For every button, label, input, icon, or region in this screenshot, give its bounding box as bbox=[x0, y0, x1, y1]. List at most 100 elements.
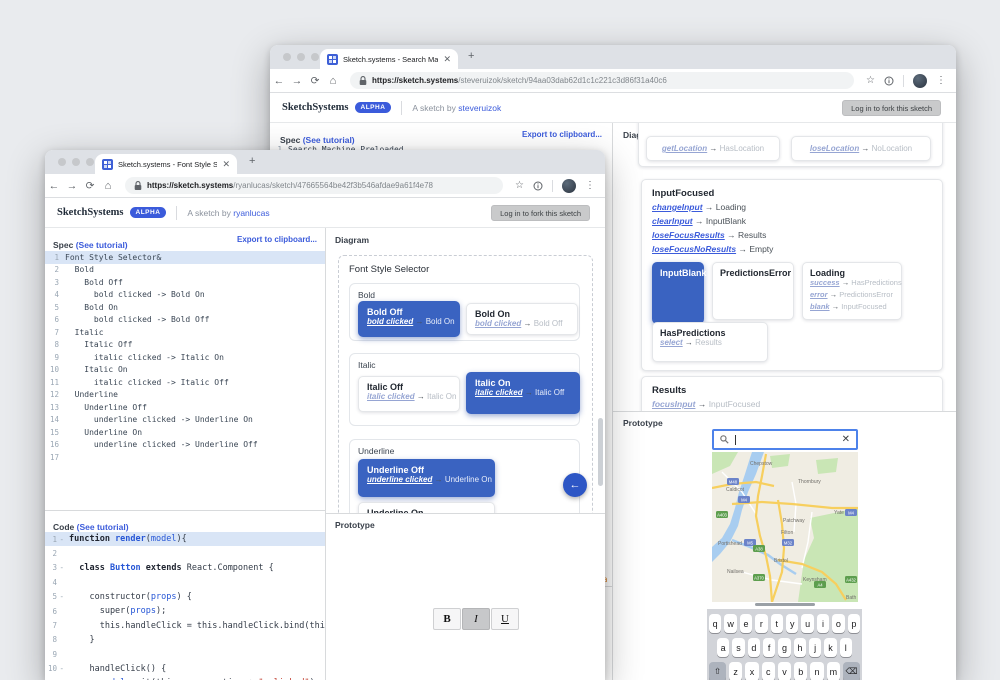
close-tab-icon[interactable]: ✕ bbox=[222, 160, 230, 169]
state-card-predictionserror[interactable]: PredictionsError bbox=[712, 262, 794, 320]
event-link[interactable]: clearInput bbox=[652, 216, 693, 226]
event-link[interactable]: getLocation bbox=[662, 144, 707, 153]
search-input[interactable]: ✕ bbox=[712, 429, 858, 450]
spec-editor[interactable]: 1Font Style Selector&2 Bold3 Bold Off4 b… bbox=[45, 251, 325, 464]
login-fork-button[interactable]: Log in to fork this sketch bbox=[491, 205, 590, 221]
minimize-window-dot[interactable] bbox=[72, 158, 80, 166]
state-card-haspredictions[interactable]: HasPredictionsselect → Results bbox=[652, 322, 768, 362]
key-j[interactable]: j bbox=[809, 638, 821, 657]
event-link[interactable]: italic clicked bbox=[475, 388, 523, 397]
profile-avatar[interactable] bbox=[562, 179, 576, 193]
address-bar[interactable]: https://sketch.systems/steveruizok/sketc… bbox=[350, 72, 854, 89]
code-editor[interactable]: 1-function render(model){23- class Butto… bbox=[45, 532, 325, 680]
key-d[interactable]: d bbox=[748, 638, 760, 657]
key-p[interactable]: p bbox=[848, 614, 860, 633]
minimize-window-dot[interactable] bbox=[297, 53, 305, 61]
event-link[interactable]: bold clicked bbox=[475, 319, 521, 328]
key-w[interactable]: w bbox=[724, 614, 736, 633]
event-link[interactable]: loseFocusNoResults bbox=[652, 244, 736, 254]
event-link[interactable]: loseLocation bbox=[810, 144, 859, 153]
event-link[interactable]: error bbox=[810, 290, 828, 299]
state-card-loading[interactable]: Loadingsuccess → HasPredictionserror → P… bbox=[802, 262, 902, 320]
event-link[interactable]: success bbox=[810, 278, 840, 287]
home-icon[interactable]: ⌂ bbox=[99, 180, 117, 192]
bookmark-star-icon[interactable]: ☆ bbox=[515, 180, 524, 191]
event-link[interactable]: blank bbox=[810, 302, 830, 311]
key-b[interactable]: b bbox=[794, 662, 807, 680]
new-tab-button[interactable]: + bbox=[468, 50, 474, 62]
map-view[interactable]: M48M4M5M32M4A403A38A4A432A370ChepstowCal… bbox=[712, 452, 858, 602]
window-traffic-lights[interactable] bbox=[283, 53, 319, 61]
key-k[interactable]: k bbox=[824, 638, 836, 657]
event-link[interactable]: underline clicked bbox=[367, 475, 432, 484]
brand-logo[interactable]: SketchSystems bbox=[282, 102, 349, 113]
diagram-scrollbar[interactable] bbox=[598, 418, 603, 486]
back-icon[interactable]: ← bbox=[45, 180, 63, 192]
key-u[interactable]: u bbox=[801, 614, 813, 633]
format-i-button[interactable]: I bbox=[462, 608, 490, 630]
event-link[interactable]: italic clicked bbox=[367, 392, 415, 401]
forward-icon[interactable]: → bbox=[288, 75, 306, 87]
key-m[interactable]: m bbox=[827, 662, 840, 680]
key-t[interactable]: t bbox=[771, 614, 783, 633]
window-traffic-lights[interactable] bbox=[58, 158, 94, 166]
browser-menu-icon[interactable]: ⋮ bbox=[585, 180, 595, 191]
key-l[interactable]: l bbox=[840, 638, 852, 657]
new-tab-button[interactable]: + bbox=[249, 155, 255, 167]
event-link[interactable]: loseFocusResults bbox=[652, 230, 725, 240]
browser-menu-icon[interactable]: ⋮ bbox=[936, 75, 946, 86]
forward-icon[interactable]: → bbox=[63, 180, 81, 192]
key-h[interactable]: h bbox=[794, 638, 806, 657]
key-c[interactable]: c bbox=[762, 662, 775, 680]
key-q[interactable]: q bbox=[709, 614, 721, 633]
brand-logo[interactable]: SketchSystems bbox=[57, 207, 124, 218]
export-clipboard-link[interactable]: Export to clipboard... bbox=[237, 235, 317, 244]
key-a[interactable]: a bbox=[717, 638, 729, 657]
browser-tab[interactable]: Sketch.systems - Font Style S ✕ bbox=[95, 154, 237, 174]
event-link[interactable]: changeInput bbox=[652, 202, 703, 212]
key-f[interactable]: f bbox=[763, 638, 775, 657]
key-n[interactable]: n bbox=[810, 662, 823, 680]
close-tab-icon[interactable]: ✕ bbox=[443, 55, 451, 64]
map-drag-handle[interactable] bbox=[755, 603, 815, 606]
key-v[interactable]: v bbox=[778, 662, 791, 680]
login-fork-button[interactable]: Log in to fork this sketch bbox=[842, 100, 941, 116]
state-card[interactable]: getLocation → HasLocation bbox=[646, 136, 780, 161]
clear-search-icon[interactable]: ✕ bbox=[842, 434, 850, 445]
key-i[interactable]: i bbox=[817, 614, 829, 633]
reload-icon[interactable]: ⟳ bbox=[306, 75, 324, 87]
state-card-inputblank[interactable]: InputBlank bbox=[652, 262, 704, 324]
author-link[interactable]: ryanlucas bbox=[233, 208, 269, 218]
event-link[interactable]: focusInput bbox=[652, 399, 695, 409]
bookmark-star-icon[interactable]: ☆ bbox=[866, 75, 875, 86]
backspace-key-icon[interactable]: ⌫ bbox=[843, 662, 860, 680]
info-icon[interactable] bbox=[533, 181, 543, 191]
key-z[interactable]: z bbox=[729, 662, 742, 680]
key-y[interactable]: y bbox=[786, 614, 798, 633]
state-card-results[interactable]: ResultsfocusInput → InputFocused bbox=[641, 376, 943, 411]
info-icon[interactable] bbox=[884, 76, 894, 86]
state-card[interactable]: loseLocation → NoLocation bbox=[791, 136, 931, 161]
zoom-window-dot[interactable] bbox=[311, 53, 319, 61]
see-tutorial-link[interactable]: (See tutorial) bbox=[77, 522, 129, 532]
zoom-window-dot[interactable] bbox=[86, 158, 94, 166]
key-s[interactable]: s bbox=[732, 638, 744, 657]
close-window-dot[interactable] bbox=[283, 53, 291, 61]
event-link[interactable]: select bbox=[660, 338, 683, 347]
key-r[interactable]: r bbox=[755, 614, 767, 633]
state-card-italic-off[interactable]: Italic Offitalic clicked → Italic On bbox=[358, 376, 460, 412]
see-tutorial-link[interactable]: (See tutorial) bbox=[76, 240, 128, 250]
state-card-bold-off[interactable]: Bold Offbold clicked → Bold On bbox=[358, 301, 460, 337]
reload-icon[interactable]: ⟳ bbox=[81, 180, 99, 192]
format-b-button[interactable]: B bbox=[433, 608, 461, 630]
see-tutorial-link[interactable]: (See tutorial) bbox=[303, 135, 355, 145]
back-icon[interactable]: ← bbox=[270, 75, 288, 87]
state-card-inputfocused[interactable]: InputFocusedchangeInput → LoadingclearIn… bbox=[641, 179, 943, 371]
address-bar[interactable]: https://sketch.systems/ryanlucas/sketch/… bbox=[125, 177, 503, 194]
shift-key-icon[interactable]: ⇧ bbox=[709, 662, 726, 680]
state-card-underline-off[interactable]: Underline Offunderline clicked → Underli… bbox=[358, 459, 495, 497]
profile-avatar[interactable] bbox=[913, 74, 927, 88]
key-e[interactable]: e bbox=[740, 614, 752, 633]
format-u-button[interactable]: U bbox=[491, 608, 519, 630]
state-card-bold-on[interactable]: Bold Onbold clicked → Bold Off bbox=[466, 303, 578, 335]
